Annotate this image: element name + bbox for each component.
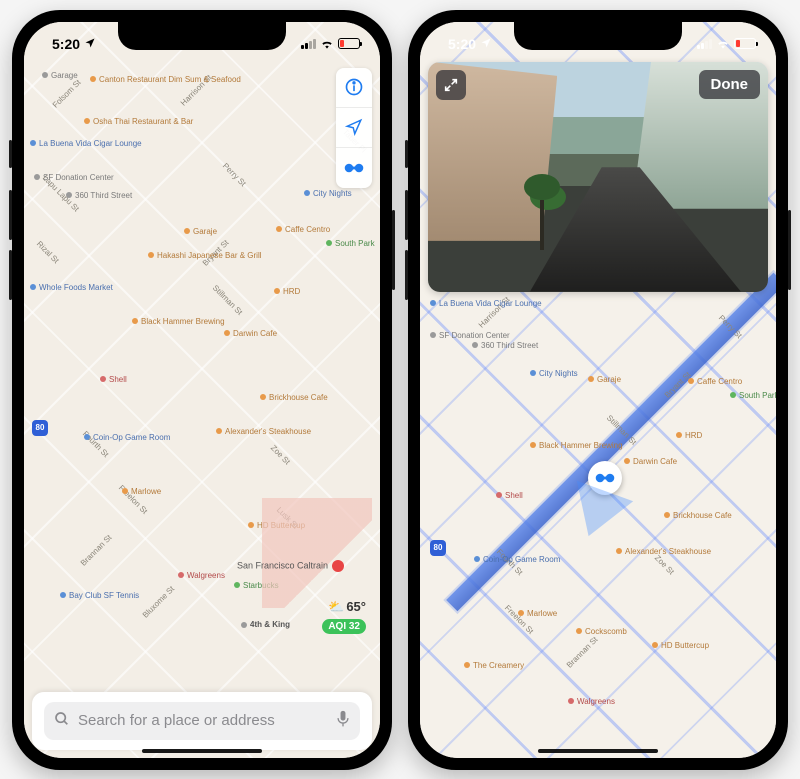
search-field[interactable]: Search for a place or address (44, 702, 360, 740)
poi-label[interactable]: South Park (326, 240, 375, 249)
poi-label[interactable]: Black Hammer Brewing (530, 442, 602, 451)
home-indicator[interactable] (538, 749, 658, 753)
poi-label[interactable]: Shell (100, 376, 127, 385)
street-label: Brannan St (79, 533, 114, 568)
battery-icon (734, 38, 756, 49)
poi-label[interactable]: HRD (274, 288, 300, 297)
aqi-badge: AQI 32 (322, 619, 366, 634)
notch (118, 22, 286, 50)
phone-right: 5:20 Harrison St Bryant St Brannan St Pe… (408, 10, 788, 770)
poi-label[interactable]: SF Donation Center (34, 174, 114, 183)
poi-label[interactable]: Marlowe (518, 610, 557, 619)
poi-label[interactable]: Brickhouse Cafe (260, 394, 328, 403)
poi-label[interactable]: Garage (42, 72, 78, 81)
poi-label[interactable]: La Buena Vida Cigar Lounge (30, 140, 92, 149)
poi-label[interactable]: La Buena Vida Cigar Lounge (430, 300, 492, 309)
poi-label[interactable]: Alexander's Steakhouse (216, 428, 288, 437)
poi-label[interactable]: Darwin Cafe (224, 330, 277, 339)
screen-right: 5:20 Harrison St Bryant St Brannan St Pe… (420, 22, 776, 758)
poi-label[interactable]: Caffe Centro (276, 226, 330, 235)
poi-label[interactable]: Cockscomb (576, 628, 627, 637)
search-placeholder: Search for a place or address (78, 712, 275, 729)
battery-icon (338, 38, 360, 49)
street-label: Freelon St (503, 603, 535, 635)
poi-label[interactable]: Black Hammer Brewing (132, 318, 204, 327)
poi-label[interactable]: The Creamery (464, 662, 524, 671)
cellular-signal-icon (301, 39, 316, 49)
poi-label[interactable]: City Nights (530, 370, 578, 379)
status-time: 5:20 (52, 36, 80, 52)
street-label: Zoe St (269, 443, 292, 466)
poi-label[interactable]: Walgreens (568, 698, 615, 707)
poi-label[interactable]: Brickhouse Cafe (664, 512, 732, 521)
expand-button[interactable] (436, 70, 466, 100)
look-around-panel[interactable]: Done (428, 62, 768, 292)
poi-label[interactable]: Garaje (588, 376, 621, 385)
locate-button[interactable] (336, 108, 372, 148)
poi-label[interactable]: Walgreens (178, 572, 225, 581)
poi-label[interactable]: Alexander's Steakhouse (616, 548, 688, 557)
poi-label[interactable]: Whole Foods Market (30, 284, 84, 293)
map-controls (336, 68, 372, 188)
wifi-icon (320, 36, 334, 52)
poi-label[interactable]: Marlowe (122, 488, 161, 497)
poi-label[interactable]: 4th & King (241, 621, 290, 630)
look-around-button[interactable] (336, 148, 372, 188)
location-services-icon (480, 36, 492, 52)
street-label: Bluxome St (141, 584, 176, 619)
info-button[interactable] (336, 68, 372, 108)
poi-label[interactable]: Bay Club SF Tennis (60, 592, 116, 601)
poi-label[interactable]: City Nights (304, 190, 352, 199)
location-services-icon (84, 36, 96, 52)
status-time: 5:20 (448, 36, 476, 52)
poi-label[interactable]: Garaje (184, 228, 217, 237)
screen-left: 5:20 Folsom St Harrison St Bryant St Bra… (24, 22, 380, 758)
home-indicator[interactable] (142, 749, 262, 753)
microphone-icon[interactable] (336, 710, 350, 732)
poi-label[interactable]: Darwin Cafe (624, 458, 677, 467)
poi-label[interactable]: Hakashi Japanese Bar & Grill (148, 252, 228, 261)
search-icon (54, 711, 70, 731)
weather-icon: ⛅ (328, 599, 344, 615)
search-card: Search for a place or address (32, 692, 372, 750)
poi-label[interactable]: HRD (676, 432, 702, 441)
poi-label[interactable]: Osha Thai Restaurant & Bar (84, 118, 164, 127)
done-button[interactable]: Done (699, 70, 761, 99)
poi-label[interactable]: Coin-Op Game Room (474, 556, 538, 565)
street-label: Perry St (221, 161, 248, 188)
poi-label[interactable]: Shell (496, 492, 523, 501)
street-label: Rizal St (35, 239, 61, 265)
poi-label[interactable]: HD Buttercup (652, 642, 709, 651)
poi-label[interactable]: Coin-Op Game Room (84, 434, 148, 443)
poi-label[interactable]: SF Donation Center (430, 332, 510, 341)
poi-label[interactable]: South Park (730, 392, 776, 401)
weather-temp: 65° (346, 599, 366, 614)
highway-shield: 80 (430, 540, 446, 556)
notch (514, 22, 682, 50)
cellular-signal-icon (697, 39, 712, 49)
look-around-scene (530, 180, 554, 250)
poi-label[interactable]: 360 Third Street (66, 192, 132, 201)
poi-caltrain[interactable]: San Francisco Caltrain (237, 560, 344, 572)
street-label: Folsom St (51, 77, 83, 109)
poi-label[interactable]: Caffe Centro (688, 378, 742, 387)
map-canvas[interactable]: Folsom St Harrison St Bryant St Brannan … (24, 22, 380, 758)
street-label: Stillman St (211, 283, 244, 316)
poi-label[interactable]: 360 Third Street (472, 342, 538, 351)
phone-left: 5:20 Folsom St Harrison St Bryant St Bra… (12, 10, 392, 770)
caltrain-station-area (262, 498, 372, 608)
wifi-icon (716, 36, 730, 52)
street-label: Brannan St (565, 635, 600, 670)
poi-label[interactable]: Canton Restaurant Dim Sum & Seafood (90, 76, 170, 85)
highway-shield: 80 (32, 420, 48, 436)
weather-widget[interactable]: ⛅ 65° AQI 32 (322, 599, 366, 634)
look-around-location-puck[interactable] (588, 461, 622, 495)
